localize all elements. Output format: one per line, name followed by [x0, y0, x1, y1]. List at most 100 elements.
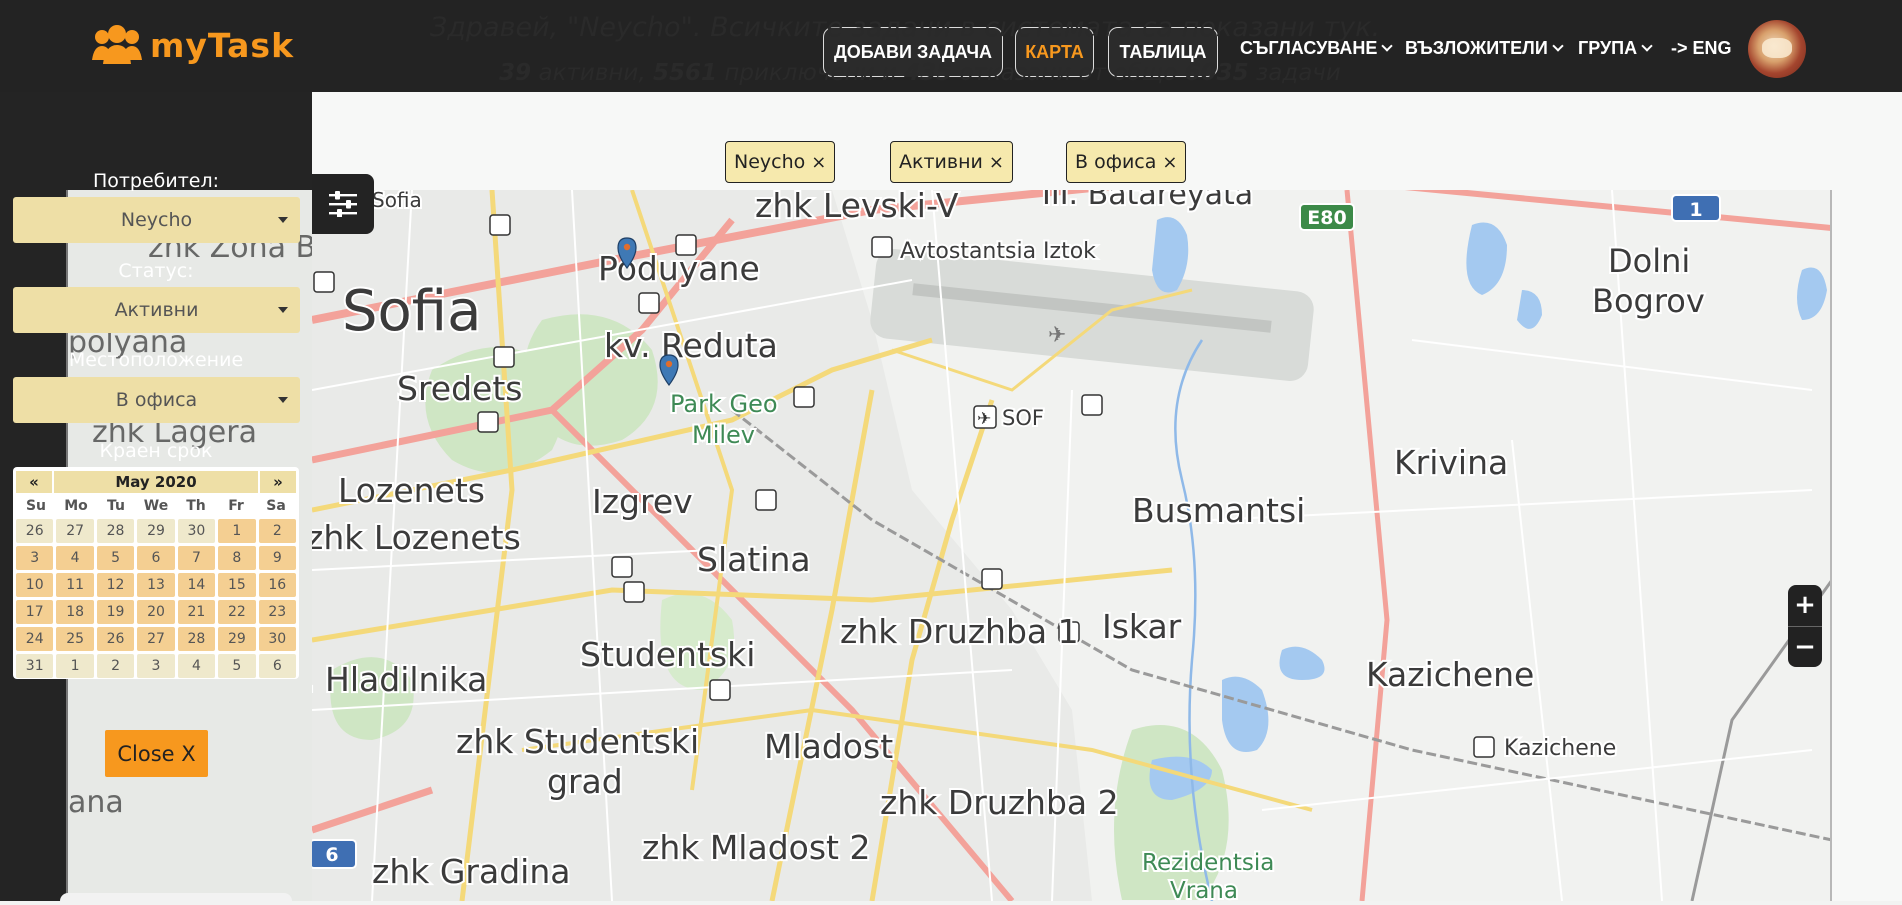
caret-down-icon	[278, 397, 288, 403]
calendar-day[interactable]: 1	[218, 519, 256, 543]
map-label-iskar: Iskar	[1102, 607, 1182, 646]
chevron-down-icon	[1641, 40, 1653, 52]
calendar-month-title[interactable]: May 2020	[54, 471, 258, 493]
calendar-day[interactable]: 6	[258, 654, 296, 678]
calendar-day[interactable]: 1	[56, 654, 94, 678]
map-label-batareyata: III. Batareyata	[1042, 190, 1253, 212]
calendar-day[interactable]: 16	[258, 573, 296, 597]
zoom-out-button[interactable]: −	[1788, 627, 1822, 668]
stat-active-count: 39	[499, 60, 532, 86]
status-select-value: Активни	[114, 299, 199, 321]
filter-toggle-button[interactable]	[312, 174, 374, 234]
map-label-bogrov: Bogrov	[1592, 282, 1705, 320]
calendar-day[interactable]: 10	[16, 573, 54, 597]
filter-sidebar: Потребител: Neycho Статус: Активни Место…	[0, 160, 312, 901]
chip-remove-icon[interactable]: ×	[1162, 152, 1177, 173]
caret-down-icon	[278, 307, 288, 313]
calendar-day[interactable]: 31	[16, 654, 54, 678]
chip-remove-icon[interactable]: ×	[811, 152, 826, 173]
logo[interactable]: myTask	[92, 24, 294, 66]
caret-down-icon	[278, 217, 288, 223]
calendar-day[interactable]: 19	[96, 600, 135, 624]
calendar-day[interactable]: 4	[56, 546, 94, 570]
sidebar-bottom-tab	[60, 893, 292, 905]
calendar-day[interactable]: 12	[96, 573, 135, 597]
map-label-studentski: Studentski	[580, 635, 755, 674]
map-label-dolni: Dolni	[1608, 242, 1690, 280]
calendar-day[interactable]: 26	[16, 519, 54, 543]
map-tiles: E80 1 6 ✈ ✈ Sofia Sofia Poduyane zhk Lev…	[312, 190, 1830, 901]
calendar-next-button[interactable]: »	[260, 471, 296, 493]
calendar-day[interactable]: 23	[258, 600, 296, 624]
calendar-day[interactable]: 5	[218, 654, 256, 678]
active-filter-chip[interactable]: Neycho ×	[725, 141, 836, 183]
calendar-day[interactable]: 4	[177, 654, 216, 678]
map-label-mladost: Mladost	[764, 727, 893, 766]
calendar-day[interactable]: 21	[177, 600, 216, 624]
chip-label: Активни	[899, 151, 983, 173]
calendar-day[interactable]: 27	[137, 627, 175, 651]
calendar-weekday: Fr	[228, 498, 244, 514]
map-label-zstudentski: zhk Studentski	[456, 722, 699, 761]
status-select[interactable]: Активни	[13, 287, 300, 333]
calendar-day[interactable]: 11	[56, 573, 94, 597]
location-select[interactable]: В офиса	[13, 377, 300, 423]
user-select[interactable]: Neycho	[13, 197, 300, 243]
map-label-slatina: Slatina	[697, 540, 811, 579]
calendar-day[interactable]: 17	[16, 600, 54, 624]
calendar-day[interactable]: 22	[218, 600, 256, 624]
calendar-day[interactable]: 30	[258, 627, 296, 651]
calendar-day[interactable]: 2	[96, 654, 135, 678]
calendar-day[interactable]: 3	[16, 546, 54, 570]
calendar-day[interactable]: 14	[177, 573, 216, 597]
task-stats: 39 активни, 5561 приключени и 435 отказа…	[420, 60, 1420, 86]
calendar-day[interactable]: 13	[137, 573, 175, 597]
calendar-day[interactable]: 7	[177, 546, 216, 570]
calendar-day[interactable]: 3	[137, 654, 175, 678]
calendar-weekday: Tu	[107, 498, 125, 514]
calendar-day[interactable]: 8	[218, 546, 256, 570]
map-label-zlozenets: zhk Lozenets	[312, 518, 521, 557]
active-filter-chip[interactable]: Активни ×	[890, 141, 1013, 183]
calendar-day[interactable]: 9	[258, 546, 296, 570]
zoom-in-button[interactable]: +	[1788, 585, 1822, 626]
calendar-day[interactable]: 26	[96, 627, 135, 651]
calendar-day[interactable]: 29	[218, 627, 256, 651]
stat-total-label: задачи	[1255, 60, 1341, 86]
map-label-rezid: Rezidentsia	[1142, 850, 1274, 876]
calendar-day[interactable]: 5	[96, 546, 135, 570]
calendar-day[interactable]: 18	[56, 600, 94, 624]
group-menu[interactable]: ГРУПА	[1578, 38, 1653, 59]
active-filter-chip[interactable]: В офиса ×	[1066, 141, 1187, 183]
language-switch[interactable]: -> ENG	[1671, 38, 1732, 59]
calendar-day[interactable]: 24	[16, 627, 54, 651]
calendar-prev-button[interactable]: «	[16, 471, 52, 493]
calendar-day[interactable]: 6	[137, 546, 175, 570]
map-label-kazichene-station: Kazichene	[1504, 736, 1616, 761]
calendar-day[interactable]: 2	[258, 519, 296, 543]
location-filter-label: Местоположение	[68, 349, 244, 371]
calendar-weekday: Su	[25, 498, 47, 514]
chip-remove-icon[interactable]: ×	[989, 152, 1004, 173]
calendar-day[interactable]: 15	[218, 573, 256, 597]
map-canvas[interactable]: E80 1 6 ✈ ✈ Sofia Sofia Poduyane zhk Lev…	[312, 190, 1832, 901]
user-filter-label: Потребител:	[92, 170, 220, 192]
map-label-busmantsi: Busmantsi	[1132, 491, 1305, 530]
calendar-day[interactable]: 28	[96, 519, 135, 543]
close-filters-button[interactable]: Close X	[105, 730, 208, 777]
calendar-day[interactable]: 30	[177, 519, 216, 543]
map-label-reduta: kv. Reduta	[604, 326, 778, 365]
stat-cancelled-count: 435	[904, 60, 953, 86]
calendar-day[interactable]: 25	[56, 627, 94, 651]
avatar[interactable]	[1748, 20, 1806, 78]
brand-name: myTask	[150, 25, 295, 65]
calendar-weekday: Th	[186, 498, 206, 514]
map-label-mladost2: zhk Mladost 2	[642, 828, 870, 867]
map-label-sofia: Sofia	[342, 279, 481, 344]
calendar-header: « May 2020 »	[16, 471, 296, 493]
calendar-day[interactable]: 20	[137, 600, 175, 624]
calendar-day[interactable]: 29	[137, 519, 175, 543]
map-label-druzhba2: zhk Druzhba 2	[880, 783, 1119, 822]
calendar-day[interactable]: 28	[177, 627, 216, 651]
calendar-day[interactable]: 27	[56, 519, 94, 543]
